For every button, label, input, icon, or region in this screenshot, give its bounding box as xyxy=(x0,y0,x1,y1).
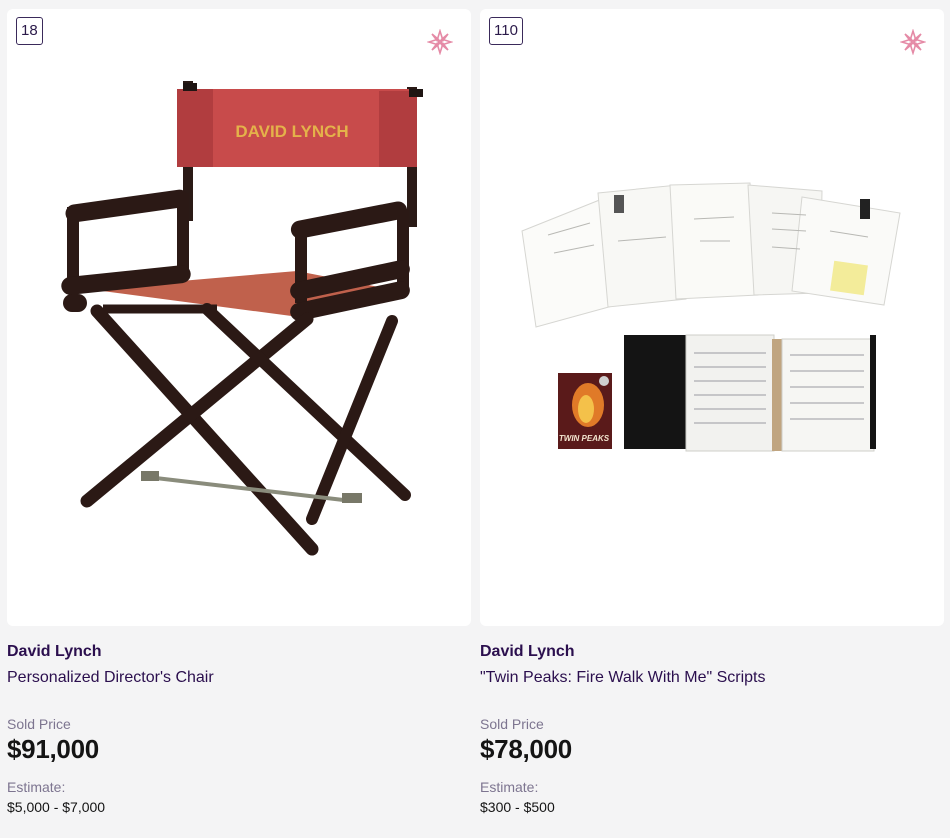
lot-image-container[interactable]: DAVID LYNCH 18 xyxy=(7,9,471,626)
lot-info: David Lynch "Twin Peaks: Fire Walk With … xyxy=(480,626,944,815)
dvd-title-text: TWIN PEAKS xyxy=(559,434,610,443)
lot-title[interactable]: "Twin Peaks: Fire Walk With Me" Scripts xyxy=(480,669,944,689)
estimate-value: $300 - $500 xyxy=(480,799,555,815)
lot-image-container[interactable]: TWIN PEAKS 110 xyxy=(480,9,944,626)
lot-info: David Lynch Personalized Director's Chai… xyxy=(7,626,471,815)
sold-price-value: $91,000 xyxy=(7,734,99,764)
lot-artist[interactable]: David Lynch xyxy=(480,643,944,663)
lot-number-badge: 110 xyxy=(489,17,523,45)
directors-chair-image[interactable]: DAVID LYNCH xyxy=(7,9,471,626)
lot-title[interactable]: Personalized Director's Chair xyxy=(7,669,471,689)
lot-card[interactable]: TWIN PEAKS 110 David Lynch "Twin Peaks: … xyxy=(480,0,944,815)
sold-price-value: $78,000 xyxy=(480,734,572,764)
estimate-value: $5,000 - $7,000 xyxy=(7,799,106,815)
lot-card[interactable]: DAVID LYNCH 18 David Lynch Personalized … xyxy=(7,0,471,815)
sold-price-label: Sold Price xyxy=(7,716,71,732)
estimate-label: Estimate: xyxy=(7,779,66,795)
scripts-image[interactable]: TWIN PEAKS xyxy=(480,9,944,626)
chair-name-text: DAVID LYNCH xyxy=(235,122,348,141)
favorite-asterisk-icon[interactable] xyxy=(900,29,926,55)
estimate-label: Estimate: xyxy=(480,779,539,795)
sold-price-label: Sold Price xyxy=(480,716,544,732)
lot-number-badge: 18 xyxy=(16,17,43,45)
lot-grid: DAVID LYNCH 18 David Lynch Personalized … xyxy=(0,0,950,838)
favorite-asterisk-icon[interactable] xyxy=(427,29,453,55)
lot-artist[interactable]: David Lynch xyxy=(7,643,471,663)
